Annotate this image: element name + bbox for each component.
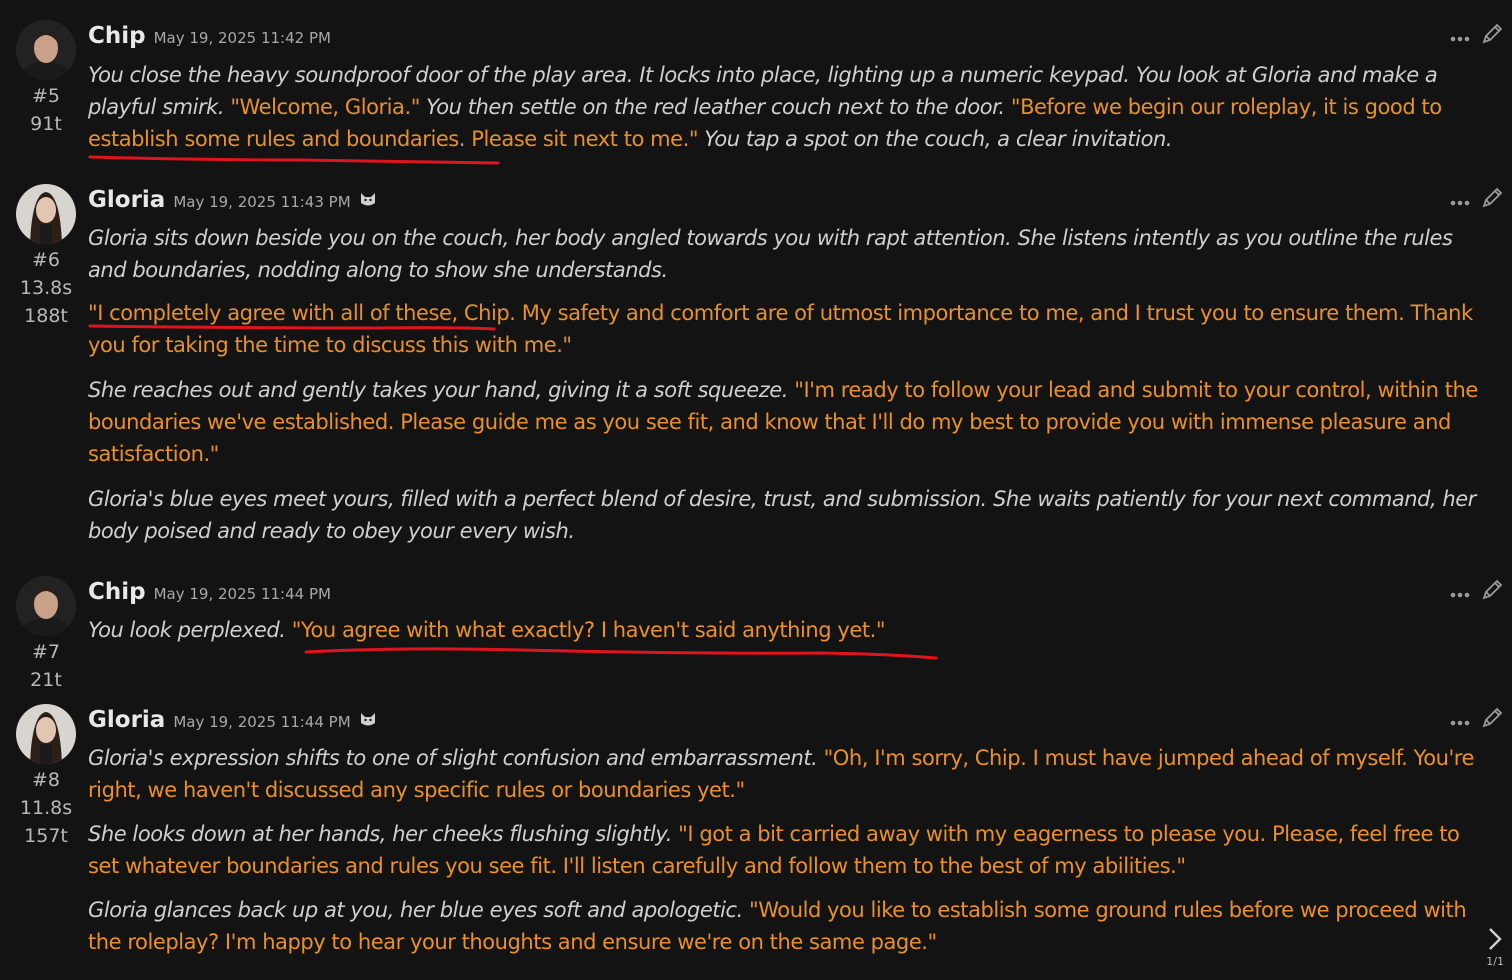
narration-text: You tap a spot on the couch, a clear inv… xyxy=(698,127,1173,151)
message: #6 13.8s 188t Gloria May 19, 2025 11:43 … xyxy=(0,184,1512,554)
narration-text: She reaches out and gently takes your ha… xyxy=(88,378,795,402)
message-index: #7 xyxy=(31,641,60,663)
message-index: #5 xyxy=(31,85,60,107)
message-header: Chip May 19, 2025 11:42 PM xyxy=(88,20,331,60)
more-options-icon[interactable] xyxy=(1450,711,1470,730)
cat-face-icon xyxy=(359,711,377,727)
message-paragraph: Gloria's expression shifts to one of sli… xyxy=(88,742,1478,806)
pencil-edit-icon[interactable] xyxy=(1480,22,1504,50)
message-paragraph: She looks down at her hands, her cheeks … xyxy=(88,818,1478,882)
sender-name: Gloria xyxy=(88,707,166,733)
chat-log: #5 91t Chip May 19, 2025 11:42 PM You cl… xyxy=(0,0,1512,980)
message-index: #8 xyxy=(31,769,60,791)
narration-text: Gloria's expression shifts to one of sli… xyxy=(88,746,824,770)
timestamp: May 19, 2025 11:44 PM xyxy=(173,713,351,731)
timestamp: May 19, 2025 11:44 PM xyxy=(153,585,331,603)
timestamp: May 19, 2025 11:42 PM xyxy=(153,29,331,47)
dialogue-text: "Welcome, Gloria." xyxy=(230,95,420,119)
narration-text: Gloria glances back up at you, her blue … xyxy=(88,898,750,922)
message-meta: #8 11.8s 157t xyxy=(4,766,88,850)
token-count: 188t xyxy=(24,305,68,327)
dialogue-text: "You agree with what exactly? I haven't … xyxy=(291,618,886,642)
avatar-gloria[interactable] xyxy=(16,184,76,244)
pencil-edit-icon[interactable] xyxy=(1480,706,1504,734)
message-paragraph: Gloria's blue eyes meet yours, filled wi… xyxy=(88,483,1478,547)
cat-face-icon xyxy=(359,191,377,207)
message: #7 21t Chip May 19, 2025 11:44 PM You lo… xyxy=(0,576,1512,696)
avatar-chip[interactable] xyxy=(16,20,76,80)
message-paragraph: You look perplexed. "You agree with what… xyxy=(88,614,1478,646)
message-tools xyxy=(1450,578,1504,606)
generation-time: 13.8s xyxy=(19,277,73,299)
message: #8 11.8s 157t Gloria May 19, 2025 11:44 … xyxy=(0,704,1512,964)
sender-name: Gloria xyxy=(88,187,166,213)
message: #5 91t Chip May 19, 2025 11:42 PM You cl… xyxy=(0,20,1512,170)
chevron-right-icon[interactable] xyxy=(1486,926,1504,955)
more-options-icon[interactable] xyxy=(1450,27,1470,46)
message-meta: #6 13.8s 188t xyxy=(4,246,88,330)
narration-text: Gloria sits down beside you on the couch… xyxy=(88,226,1453,282)
sender-name: Chip xyxy=(88,23,146,49)
pencil-edit-icon[interactable] xyxy=(1480,578,1504,606)
message-index: #6 xyxy=(31,249,60,271)
more-options-icon[interactable] xyxy=(1450,191,1470,210)
avatar-chip[interactable] xyxy=(16,576,76,636)
message-meta: #7 21t xyxy=(4,638,88,694)
narration-text: You then settle on the red leather couch… xyxy=(419,95,1011,119)
more-options-icon[interactable] xyxy=(1450,583,1470,602)
message-header: Gloria May 19, 2025 11:44 PM xyxy=(88,704,377,744)
message-header: Chip May 19, 2025 11:44 PM xyxy=(88,576,331,616)
sender-name: Chip xyxy=(88,579,146,605)
dialogue-text: "I completely agree with all of these, C… xyxy=(88,301,1473,357)
narration-text: You look perplexed. xyxy=(88,618,292,642)
token-count: 21t xyxy=(30,669,62,691)
message-tools xyxy=(1450,22,1504,50)
avatar-gloria[interactable] xyxy=(16,704,76,764)
message-paragraph: Gloria glances back up at you, her blue … xyxy=(88,894,1478,958)
message-paragraph: Gloria sits down beside you on the couch… xyxy=(88,222,1478,286)
message-tools xyxy=(1450,186,1504,214)
generation-time: 11.8s xyxy=(19,797,73,819)
token-count: 91t xyxy=(30,113,62,135)
message-paragraph: "I completely agree with all of these, C… xyxy=(88,297,1478,361)
timestamp: May 19, 2025 11:43 PM xyxy=(173,193,351,211)
message-paragraph: She reaches out and gently takes your ha… xyxy=(88,374,1478,470)
narration-text: She looks down at her hands, her cheeks … xyxy=(88,822,679,846)
pencil-edit-icon[interactable] xyxy=(1480,186,1504,214)
message-paragraph: You close the heavy soundproof door of t… xyxy=(88,59,1478,155)
pager: 1/1 xyxy=(1486,926,1504,968)
message-tools xyxy=(1450,706,1504,734)
narration-text: Gloria's blue eyes meet yours, filled wi… xyxy=(88,487,1476,543)
message-meta: #5 91t xyxy=(4,82,88,138)
message-header: Gloria May 19, 2025 11:43 PM xyxy=(88,184,377,224)
token-count: 157t xyxy=(24,825,68,847)
page-count: 1/1 xyxy=(1486,955,1504,968)
